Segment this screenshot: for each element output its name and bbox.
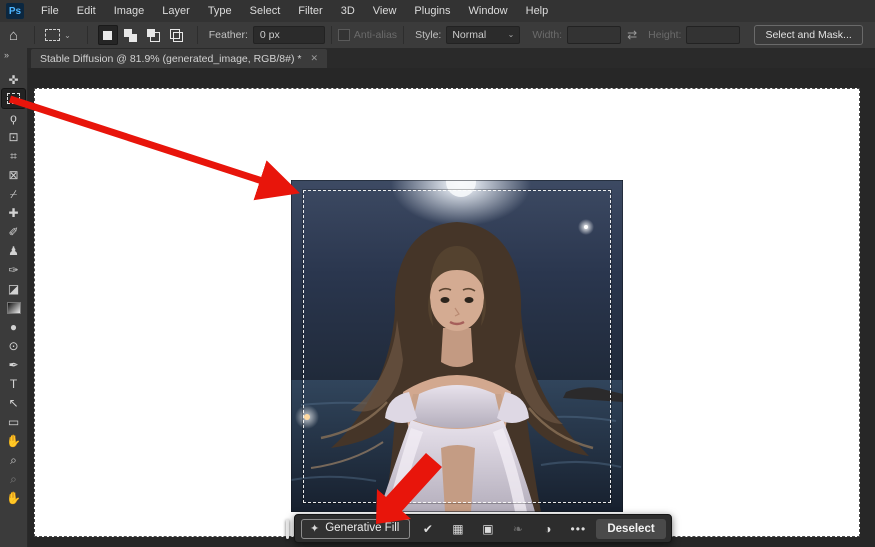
type-tool[interactable]: T	[2, 374, 25, 393]
menu-item[interactable]: View	[364, 0, 406, 22]
menu-item[interactable]: Layer	[153, 0, 199, 22]
clone-stamp-tool[interactable]: ♟	[2, 241, 25, 260]
rectangle-tool[interactable]: ▭	[2, 412, 25, 431]
menu-item[interactable]: Filter	[289, 0, 331, 22]
new-selection-button[interactable]	[97, 25, 118, 45]
deselect-button[interactable]: Deselect	[596, 518, 666, 539]
brush-tool[interactable]: ✐	[2, 222, 25, 241]
close-icon[interactable]: ✕	[310, 53, 318, 64]
document-tab[interactable]: Stable Diffusion @ 81.9% (generated_imag…	[31, 49, 327, 68]
divider	[330, 26, 332, 44]
hand-tool-alt[interactable]: ✋	[2, 488, 25, 507]
chevron-down-icon: ⌄	[507, 30, 515, 39]
divider	[34, 26, 36, 44]
contextual-taskbar: ✦ Generative Fill ✔ ▦ ▣ ❧ ◑ ••• Deselect	[286, 514, 672, 543]
anti-alias-label: Anti-alias	[353, 29, 398, 41]
style-label: Style:	[415, 29, 442, 41]
crop-tool[interactable]: ⌗	[2, 146, 25, 165]
eyedropper-tool[interactable]: ⌿	[2, 184, 25, 203]
more-options-icon[interactable]: •••	[566, 518, 590, 539]
height-input[interactable]	[686, 26, 741, 44]
generative-fill-icon: ✦	[310, 522, 320, 535]
style-select[interactable]: Normal ⌄	[446, 26, 521, 44]
canvas-pasteboard: ✦ Generative Fill ✔ ▦ ▣ ❧ ◑ ••• Deselect	[28, 68, 875, 547]
eraser-tool[interactable]: ◪	[2, 279, 25, 298]
taskbar-drag-handle[interactable]	[286, 518, 289, 539]
move-tool[interactable]: ✜	[2, 70, 25, 89]
frame-tool[interactable]: ⊠	[2, 165, 25, 184]
history-brush-tool[interactable]: ✑	[2, 260, 25, 279]
home-icon[interactable]: ⌂	[9, 28, 18, 43]
menu-item[interactable]: Window	[460, 0, 517, 22]
intersect-selection-button[interactable]	[167, 25, 187, 45]
chevron-down-icon: ⌄	[64, 30, 71, 40]
photoshop-logo[interactable]: Ps	[6, 3, 24, 19]
rectangular-marquee-tool[interactable]	[2, 89, 25, 108]
menu-item[interactable]: Help	[517, 0, 558, 22]
checkbox-icon	[337, 29, 350, 41]
add-to-selection-button[interactable]	[121, 25, 141, 45]
generated-image[interactable]	[291, 180, 623, 512]
menu-item[interactable]: 3D	[332, 0, 364, 22]
adjustments-icon[interactable]: ▦	[446, 518, 470, 539]
generative-fill-button[interactable]: ✦ Generative Fill	[301, 518, 411, 539]
dodge-tool[interactable]: ⊙	[2, 336, 25, 355]
width-label: Width:	[532, 29, 563, 41]
path-selection-tool[interactable]: ↖	[2, 393, 25, 412]
toolbar-expand-button[interactable]: »	[0, 48, 13, 70]
pen-tool[interactable]: ✒	[2, 355, 25, 374]
menu-item[interactable]: Type	[199, 0, 241, 22]
blur-tool[interactable]: ●	[2, 317, 25, 336]
style-value: Normal	[452, 29, 487, 41]
width-input[interactable]	[567, 26, 622, 44]
photoshop-window: Ps File Edit Image Layer Type Select Filter 3D V…	[0, 0, 875, 547]
tools-panel: » ✜ ϙ ⊡ ⌗ ⊠ ⌿ ✚ ✐ ♟ ✑ ◪ ● ⊙ ✒ T ↖ ▭ ✋ ⌕ ⌕ ✋	[0, 48, 28, 547]
tool-preset-picker[interactable]: ⌄	[41, 27, 75, 43]
object-selection-tool[interactable]: ⊡	[2, 127, 25, 146]
tool-options-bar: ⌂ ⌄ Feather: 0 px Anti-alias Style: Norm…	[0, 22, 875, 49]
document-tab-title: Stable Diffusion @ 81.9% (generated_imag…	[40, 52, 302, 65]
generative-fill-label: Generative Fill	[325, 522, 400, 534]
healing-brush-tool[interactable]: ✚	[2, 203, 25, 222]
menu-item[interactable]: Image	[105, 0, 154, 22]
zoom-tool-alt[interactable]: ⌕	[2, 469, 25, 488]
document-tab-strip: Stable Diffusion @ 81.9% (generated_imag…	[28, 48, 875, 68]
divider	[196, 26, 198, 44]
hand-tool[interactable]: ✋	[2, 431, 25, 450]
divider	[403, 26, 405, 44]
height-label: Height:	[648, 29, 682, 41]
selection-brush-icon[interactable]: ✔	[416, 518, 440, 539]
lasso-tool[interactable]: ϙ	[2, 108, 25, 127]
divider	[86, 26, 88, 44]
selection-marching-ants	[303, 190, 611, 503]
subtract-from-selection-button[interactable]	[144, 25, 164, 45]
gradient-tool[interactable]	[2, 298, 25, 317]
zoom-tool[interactable]: ⌕	[2, 450, 25, 469]
menu-bar: Ps File Edit Image Layer Type Select Filter 3D V…	[0, 0, 875, 23]
select-and-mask-button[interactable]: Select and Mask...	[754, 25, 863, 45]
menu-item[interactable]: Plugins	[405, 0, 459, 22]
menu-item[interactable]: File	[32, 0, 68, 22]
feather-label: Feather:	[208, 29, 248, 41]
mask-icon[interactable]: ▣	[476, 518, 500, 539]
menu-item[interactable]: Select	[241, 0, 290, 22]
link-dimensions-icon[interactable]: ⇄	[627, 28, 637, 42]
selection-mode-group	[97, 25, 187, 45]
menu-item[interactable]: Edit	[68, 0, 105, 22]
feather-input[interactable]: 0 px	[252, 26, 325, 44]
anti-alias-checkbox[interactable]: Anti-alias	[337, 29, 398, 41]
feather-icon[interactable]: ❧	[506, 518, 530, 539]
invert-selection-icon[interactable]: ◑	[536, 518, 560, 539]
marquee-preset-icon	[45, 29, 61, 41]
